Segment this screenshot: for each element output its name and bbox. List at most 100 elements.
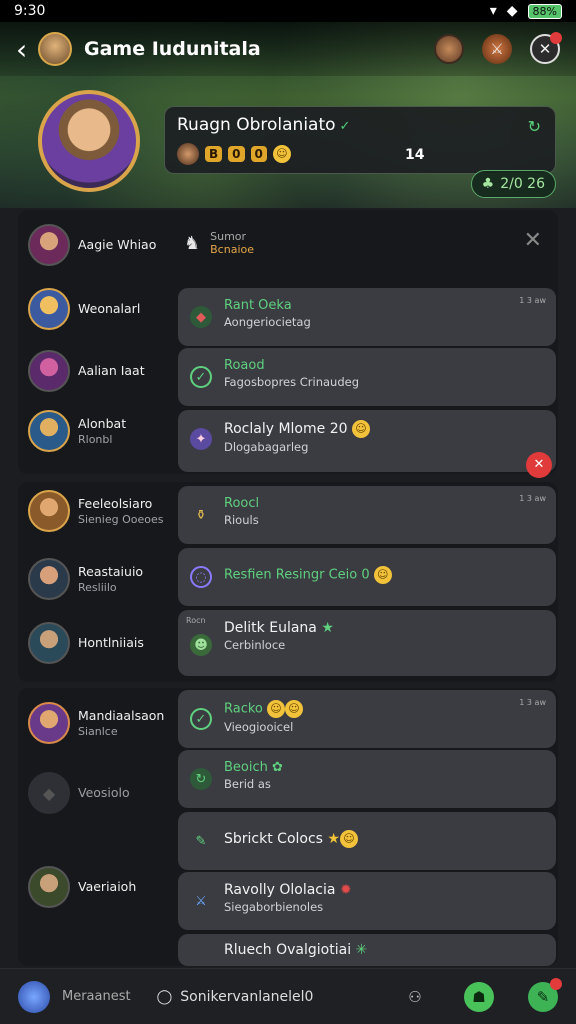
coin-badge: 0 — [250, 146, 267, 162]
score-pill[interactable]: ♣ 2/0 26 — [470, 170, 556, 198]
header-avatar[interactable] — [38, 32, 72, 66]
message-group: Aagie Whiao ♞ Sumor Bcnaioe ✕ Weonalarl … — [18, 210, 558, 478]
status-bar: 9:30 ▾ ◆ 88% — [0, 0, 576, 22]
profile-count: 14 — [405, 147, 425, 163]
message-bubble[interactable]: ✓ Roaod Fagosbopres Crinaudeg — [178, 348, 556, 406]
list-item[interactable]: Mandiaalsaon Sianlce — [28, 702, 178, 744]
clock: 9:30 — [14, 3, 46, 19]
message-title: Roclaly Mlome 20 — [224, 421, 348, 437]
note-sub: Bcnaioe — [210, 243, 255, 256]
profile-icon[interactable]: ⚇ — [400, 982, 430, 1012]
message-bubble[interactable]: ⚔ Ravolly Ololacia ✹ Siegaborbienoles — [178, 872, 556, 930]
smile-emoji-icon: ☺ — [339, 830, 358, 848]
avatar — [28, 410, 70, 452]
message-text: Berid as — [224, 777, 271, 791]
bottom-nav: Meraanest ◯ Sonikervanlanelel0 ⚇ ☗ ✎ — [0, 968, 576, 1024]
user-name: Aalian Iaat — [78, 362, 145, 378]
message-title: Roocl — [224, 496, 260, 511]
message-bubble[interactable]: Rluech Ovalgiotiai ✳ — [178, 934, 556, 966]
smile-emoji-icon: ☺ — [285, 700, 304, 718]
page-title: Game Iudunitala — [84, 38, 261, 60]
message-text: Siegaborbienoles — [224, 900, 324, 914]
refresh-icon[interactable]: ↻ — [528, 117, 541, 136]
list-item[interactable]: Alonbat Rlonbl — [28, 410, 178, 452]
message-time: 1 3 aw — [519, 296, 546, 305]
list-item[interactable]: Vaeriaioh — [28, 866, 178, 908]
status-entry[interactable]: ◯ Sonikervanlanelel0 — [157, 989, 314, 1005]
user-name: Aagie Whiao — [78, 236, 157, 252]
wifi-icon: ◆ — [506, 3, 518, 19]
message-text: Fagosbopres Crinaudeg — [224, 375, 360, 389]
message-bubble[interactable]: ✓ Racko ☺ ☺ Vieogiooicel 1 3 aw — [178, 690, 556, 748]
star-icon: ✳ — [355, 942, 368, 958]
avatar-placeholder: ◆ — [28, 772, 70, 814]
message-bubble[interactable]: Rocn ☻ Delitk Eulana ★ Cerbinloce — [178, 610, 556, 676]
list-item[interactable]: Aagie Whiao — [28, 224, 178, 266]
avatar — [28, 622, 70, 664]
message-bubble[interactable]: ◆ Rant Oeka Aongeriocietag 1 3 aw — [178, 288, 556, 346]
status-text: Sonikervanlanelel0 — [180, 988, 314, 1005]
top-bar: ‹ Game Iudunitala ⚔ ✕ — [0, 22, 576, 76]
verified-icon: ✓ — [339, 119, 351, 134]
message-text: Vieogiooicel — [224, 720, 294, 734]
ring-icon: ◌ — [190, 566, 212, 588]
back-arrow-icon[interactable]: ‹ — [16, 33, 34, 66]
message-bubble[interactable]: ✎ Sbrickt Colocs ★ ☺ — [178, 812, 556, 870]
avatar — [28, 558, 70, 600]
message-title: Ravolly Ololacia — [224, 882, 336, 898]
message-title: Sbrickt Colocs — [224, 831, 323, 847]
nav-label: Meraanest — [62, 989, 131, 1004]
user-name: Alonbat — [78, 416, 127, 432]
check-icon: ✓ — [190, 708, 212, 730]
user-subtitle: Resliilo — [78, 580, 117, 594]
game-header: ‹ Game Iudunitala ⚔ ✕ Ruagn Obrolaniato ✓… — [0, 22, 576, 208]
gem-icon: ◆ — [190, 306, 212, 328]
list-item[interactable]: Hontlniiais — [28, 622, 178, 664]
top-note: ♞ Sumor Bcnaioe — [184, 230, 254, 256]
hero-avatar[interactable] — [38, 90, 140, 192]
compose-icon[interactable]: ✎ — [528, 977, 562, 1012]
player-avatar-button[interactable] — [434, 34, 464, 64]
list-item[interactable]: ◆ Veosiolo — [28, 772, 178, 814]
shield-icon[interactable]: ⚔ — [482, 34, 512, 64]
user-name: Vaeriaioh — [78, 878, 137, 894]
avatar — [28, 350, 70, 392]
small-avatar — [177, 143, 199, 165]
dismiss-icon[interactable]: ✕ — [526, 452, 552, 478]
message-group: Mandiaalsaon Sianlce ◆ Veosiolo Vaeriaioh… — [18, 688, 558, 966]
list-item[interactable]: Weonalarl — [28, 288, 178, 330]
message-title: Roaod — [224, 358, 265, 373]
message-title: Racko — [224, 701, 263, 717]
message-bubble[interactable]: ✦ Roclaly Mlome 20 ☺ Dlogabagarleg — [178, 410, 556, 472]
close-icon[interactable]: ✕ — [524, 228, 542, 253]
message-bubble[interactable]: ↻ Beoich ✿ Berid as — [178, 750, 556, 808]
sword-icon: ⚔ — [195, 893, 207, 909]
message-title: Rluech Ovalgiotiai — [224, 942, 352, 958]
flame-icon: ✹ — [339, 882, 352, 898]
message-time: 1 3 aw — [519, 494, 546, 503]
coin-badge: 0 — [228, 146, 245, 162]
avatar — [28, 866, 70, 908]
message-bubble[interactable]: ◌ Resfien Resingr Ceio 0 ☺ — [178, 548, 556, 606]
list-item[interactable]: Reastaiuio Resliilo — [28, 558, 178, 600]
crystal-icon: ✦ — [190, 428, 212, 450]
smile-emoji-icon: ☺ — [373, 566, 392, 584]
notification-badge — [550, 977, 562, 990]
message-bubble[interactable]: ⚱ Roocl Riouls 1 3 aw — [178, 486, 556, 544]
profile-card[interactable]: Ruagn Obrolaniato ✓ ↻ B 0 0 ☺ 14 — [164, 106, 556, 174]
user-subtitle: Rlonbl — [78, 432, 113, 446]
user-name: Hontlniiais — [78, 634, 144, 650]
app-logo-icon[interactable] — [18, 980, 50, 1013]
battery-indicator: 88% — [527, 3, 562, 19]
score-value: 2/0 26 — [500, 176, 545, 192]
list-item[interactable]: Aalian Iaat — [28, 350, 178, 392]
leaf-icon: ✎ — [195, 833, 207, 849]
list-item[interactable]: Feeleolsiaro Sienieg Ooeoes — [28, 490, 178, 532]
android-icon[interactable]: ☗ — [464, 981, 494, 1012]
user-name: Veosiolo — [78, 784, 130, 800]
message-time: 1 3 aw — [519, 698, 546, 707]
message-text: Cerbinloce — [224, 638, 286, 652]
message-group: Feeleolsiaro Sienieg Ooeoes Reastaiuio Res… — [18, 482, 558, 682]
settings-crossed-icon[interactable]: ✕ — [530, 32, 562, 64]
chat-icon: ◯ — [156, 988, 173, 1005]
